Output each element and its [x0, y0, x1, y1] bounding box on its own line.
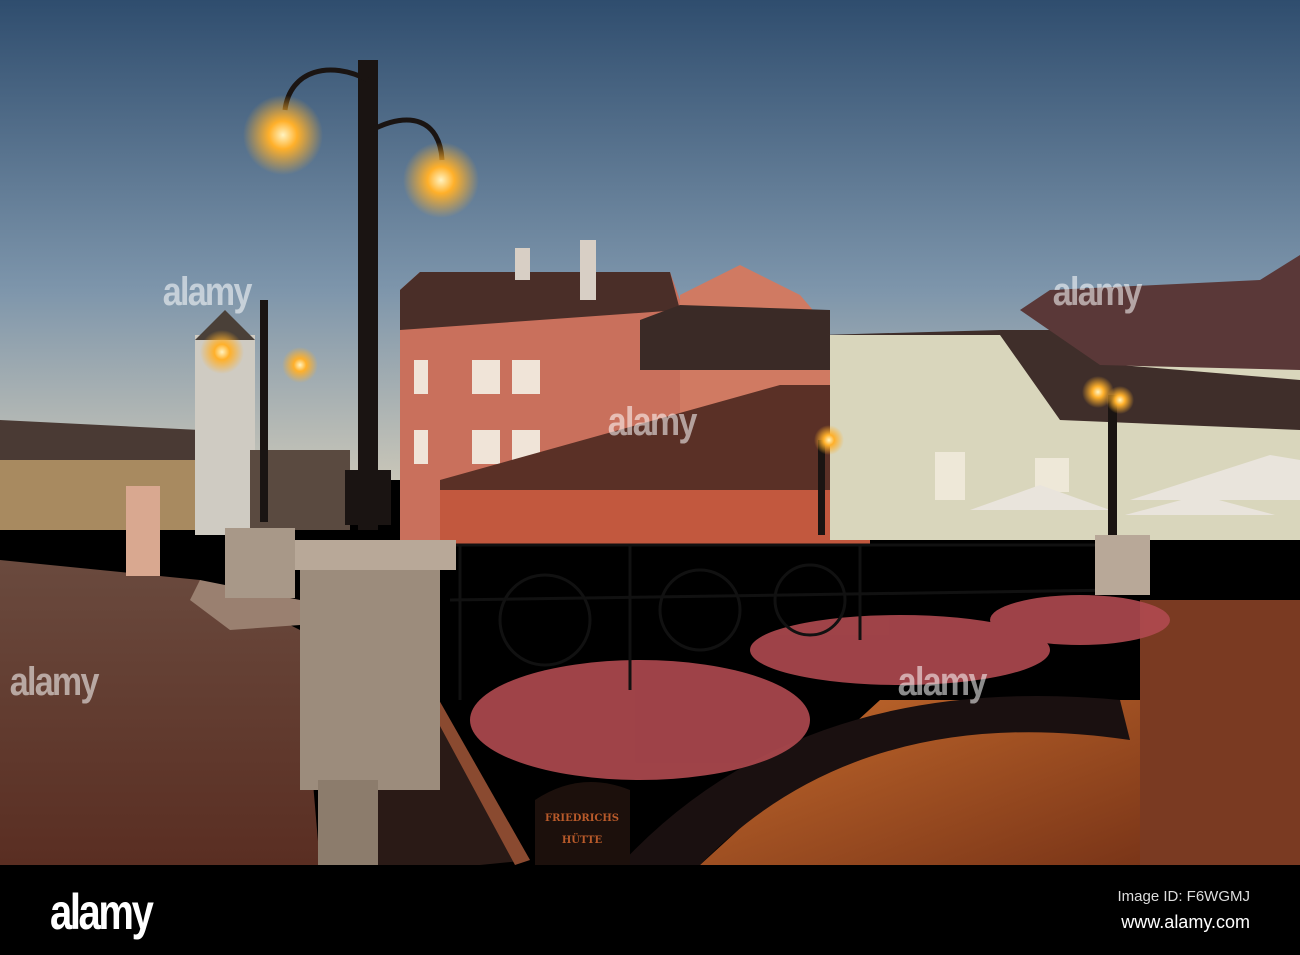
info-board [126, 486, 160, 576]
footer-bar: alamy Image ID: F6WGMJ www.alamy.com [0, 865, 1300, 955]
watermark: alamy [607, 400, 698, 444]
image-id: Image ID: F6WGMJ [1117, 888, 1250, 905]
sign-line-1: FRIEDRICHS [545, 813, 619, 824]
site-url: www.alamy.com [1121, 912, 1250, 932]
watermark: alamy [897, 660, 988, 704]
watermark: alamy [1052, 270, 1143, 314]
street-lamp-mid [818, 440, 825, 535]
sign-line-2: HÜTTE [561, 835, 603, 846]
watermark: alamy [162, 270, 253, 314]
sign-text: FRIEDRICHS HÜTTE [537, 808, 627, 852]
street-lamp-right [1108, 395, 1117, 535]
watermark: alamy [9, 660, 100, 704]
street-lamp-far [260, 300, 268, 522]
alamy-logo: alamy [50, 884, 154, 940]
